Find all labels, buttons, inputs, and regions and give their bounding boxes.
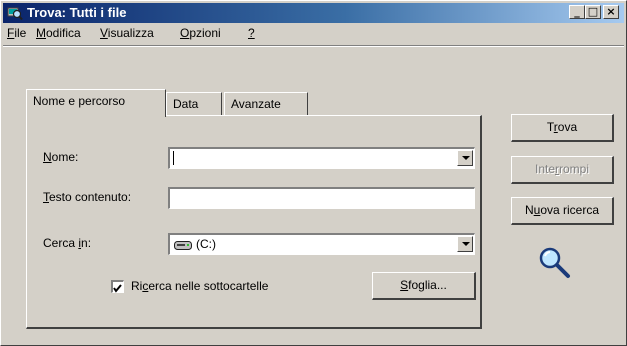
tab-avanzate[interactable]: Avanzate [224, 92, 308, 116]
menu-opzioni[interactable]: Opzioni [180, 26, 221, 40]
menu-help[interactable]: ? [248, 26, 255, 40]
tab-label: Nome e percorso [33, 94, 126, 108]
minimize-button[interactable]: _ [569, 5, 585, 19]
minimize-icon: _ [574, 5, 580, 18]
testo-field[interactable] [168, 187, 475, 209]
trova-button[interactable]: Trova [511, 114, 614, 142]
sfoglia-button[interactable]: Sfoglia... [372, 272, 476, 300]
interrompi-button[interactable]: Interrompi [511, 156, 614, 184]
tab-label: Avanzate [231, 97, 281, 111]
text-cursor [173, 151, 174, 165]
window-title: Trova: Tutti i file [27, 5, 127, 20]
tab-panel: Nome: Testo contenuto: Cerca in: (C:) Ri… [26, 115, 482, 329]
tab-nome-percorso[interactable]: Nome e percorso [26, 89, 166, 117]
cerca-combobox[interactable]: (C:) [168, 233, 475, 255]
find-window: Trova: Tutti i file _ □ × File Modifica … [0, 0, 627, 346]
menu-file[interactable]: File [7, 26, 26, 40]
checkmark-icon [113, 282, 122, 296]
menu-modifica[interactable]: Modifica [36, 26, 81, 40]
chevron-down-icon[interactable] [457, 150, 473, 166]
menu-visualizza[interactable]: Visualizza [100, 26, 154, 40]
close-icon: × [606, 5, 616, 18]
sottocartelle-checkbox[interactable] [111, 280, 124, 293]
tab-label: Data [173, 97, 199, 111]
menu-separator [3, 45, 624, 47]
nome-combobox[interactable] [168, 147, 475, 169]
close-button[interactable]: × [603, 5, 619, 19]
tab-data[interactable]: Data [166, 92, 222, 116]
sottocartelle-label[interactable]: Ricerca nelle sottocartelle [131, 279, 268, 293]
nome-label: Nome: [43, 150, 79, 164]
menu-bar: File Modifica Visualizza Opzioni ? [3, 24, 624, 44]
chevron-down-icon[interactable] [457, 236, 473, 252]
find-files-icon [7, 5, 23, 21]
cerca-value: (C:) [196, 237, 216, 251]
maximize-button[interactable]: □ [585, 5, 601, 19]
hard-drive-icon [174, 238, 192, 254]
testo-label: Testo contenuto: [43, 190, 132, 204]
cerca-label: Cerca in: [43, 236, 92, 250]
magnifier-icon [537, 245, 573, 284]
maximize-icon: □ [587, 5, 599, 18]
nuova-ricerca-button[interactable]: Nuova ricerca [511, 197, 614, 225]
title-bar[interactable]: Trova: Tutti i file _ □ × [3, 3, 624, 23]
